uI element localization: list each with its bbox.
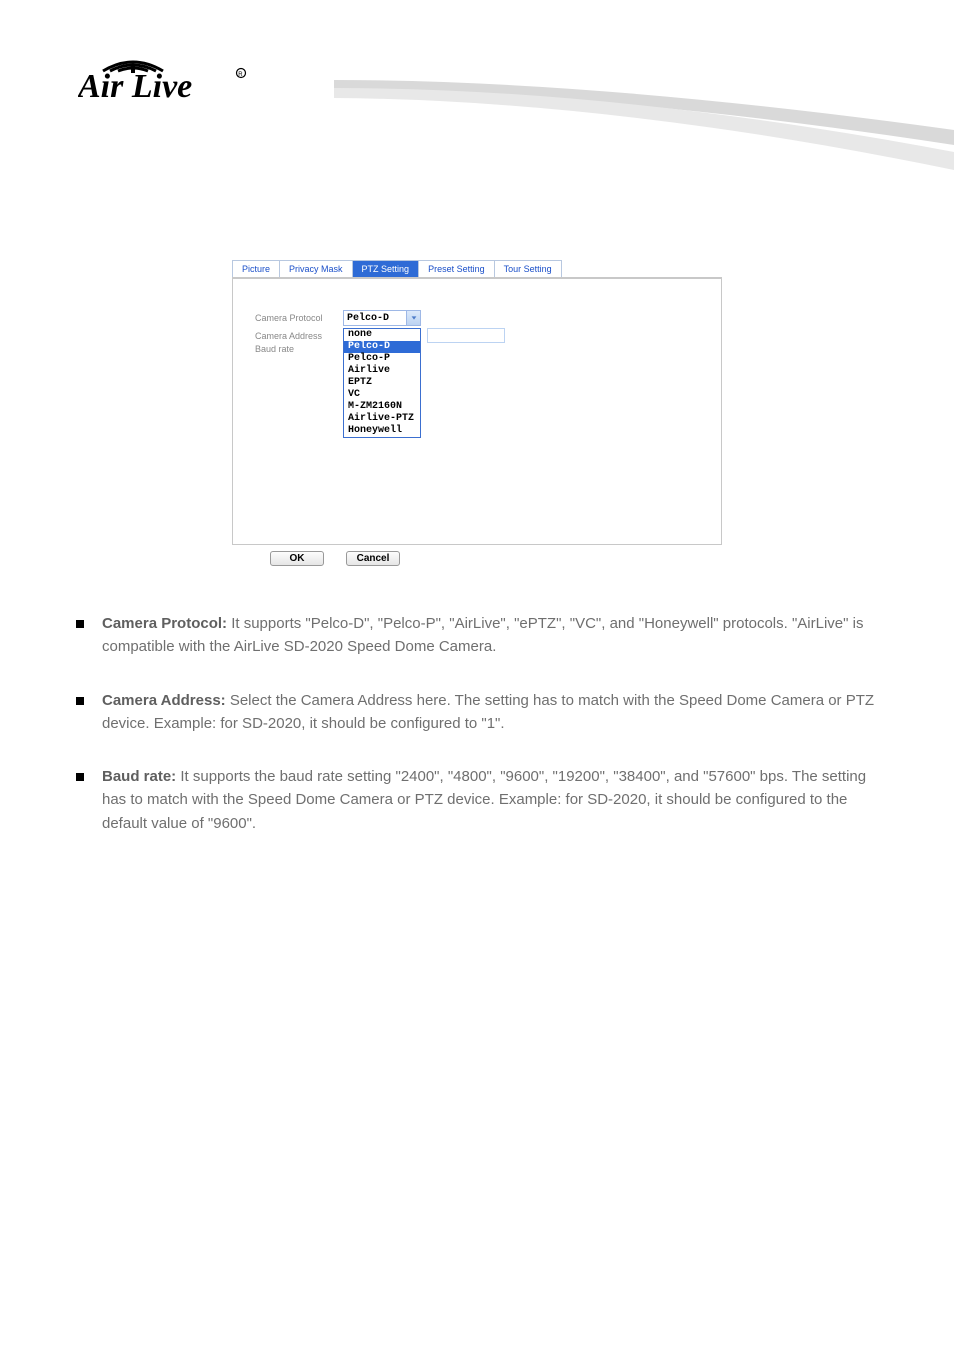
bullet-square-icon xyxy=(76,697,84,705)
camera-address-input[interactable] xyxy=(427,328,505,343)
ptz-setting-screenshot: Picture Privacy Mask PTZ Setting Preset … xyxy=(232,260,724,545)
ok-button[interactable]: OK xyxy=(270,551,324,566)
bullet-camera-address: Camera Address: Select the Camera Addres… xyxy=(76,689,878,736)
bullet-square-icon xyxy=(76,620,84,628)
camera-protocol-select[interactable]: Pelco-D xyxy=(343,310,421,326)
bullet-camera-protocol: Camera Protocol: It supports "Pelco-D", … xyxy=(76,612,878,659)
option-none[interactable]: none xyxy=(344,329,420,341)
svg-text:R: R xyxy=(238,72,243,78)
camera-protocol-value: Pelco-D xyxy=(347,313,389,324)
option-eptz[interactable]: EPTZ xyxy=(344,377,420,389)
bullet-square-icon xyxy=(76,773,84,781)
bullet-baud-rate: Baud rate: It supports the baud rate set… xyxy=(76,765,878,835)
tab-picture[interactable]: Picture xyxy=(232,260,280,277)
option-m-zm2160n[interactable]: M-ZM2160N xyxy=(344,401,420,413)
description-text: Camera Protocol: It supports "Pelco-D", … xyxy=(76,612,878,835)
row-baud-rate: Baud rate xyxy=(255,344,343,354)
camera-protocol-dropdown[interactable]: none Pelco-D Pelco-P Airlive EPTZ VC M-Z… xyxy=(343,328,421,438)
svg-text:Air Live: Air Live xyxy=(78,68,192,105)
camera-address-heading: Camera Address: xyxy=(102,692,226,709)
tab-bar: Picture Privacy Mask PTZ Setting Preset … xyxy=(232,260,724,277)
settings-panel: Camera Protocol Pelco-D Camera Address B… xyxy=(232,277,722,545)
baud-rate-heading: Baud rate: xyxy=(102,768,176,785)
tab-preset-setting[interactable]: Preset Setting xyxy=(419,260,495,277)
header-swoosh-graphic xyxy=(334,80,954,170)
baud-rate-text: It supports the baud rate setting "2400"… xyxy=(102,768,866,832)
tab-tour-setting[interactable]: Tour Setting xyxy=(495,260,562,277)
option-pelco-p[interactable]: Pelco-P xyxy=(344,353,420,365)
tab-ptz-setting[interactable]: PTZ Setting xyxy=(353,260,420,277)
option-vc[interactable]: VC xyxy=(344,389,420,401)
chevron-down-icon xyxy=(406,311,420,325)
label-baud-rate: Baud rate xyxy=(255,344,343,354)
option-pelco-d[interactable]: Pelco-D xyxy=(344,341,420,353)
label-camera-address: Camera Address xyxy=(255,331,343,341)
tab-privacy-mask[interactable]: Privacy Mask xyxy=(280,260,353,277)
row-camera-protocol: Camera Protocol Pelco-D xyxy=(255,310,421,326)
button-bar: OK Cancel xyxy=(232,551,724,566)
option-honeywell[interactable]: Honeywell xyxy=(344,425,420,437)
cancel-button[interactable]: Cancel xyxy=(346,551,400,566)
label-camera-protocol: Camera Protocol xyxy=(255,313,343,323)
page-header: Air Live R xyxy=(0,0,954,160)
camera-protocol-heading: Camera Protocol: xyxy=(102,615,227,632)
option-airlive[interactable]: Airlive xyxy=(344,365,420,377)
airlive-logo: Air Live R xyxy=(78,35,278,105)
option-airlive-ptz[interactable]: Airlive-PTZ xyxy=(344,413,420,425)
